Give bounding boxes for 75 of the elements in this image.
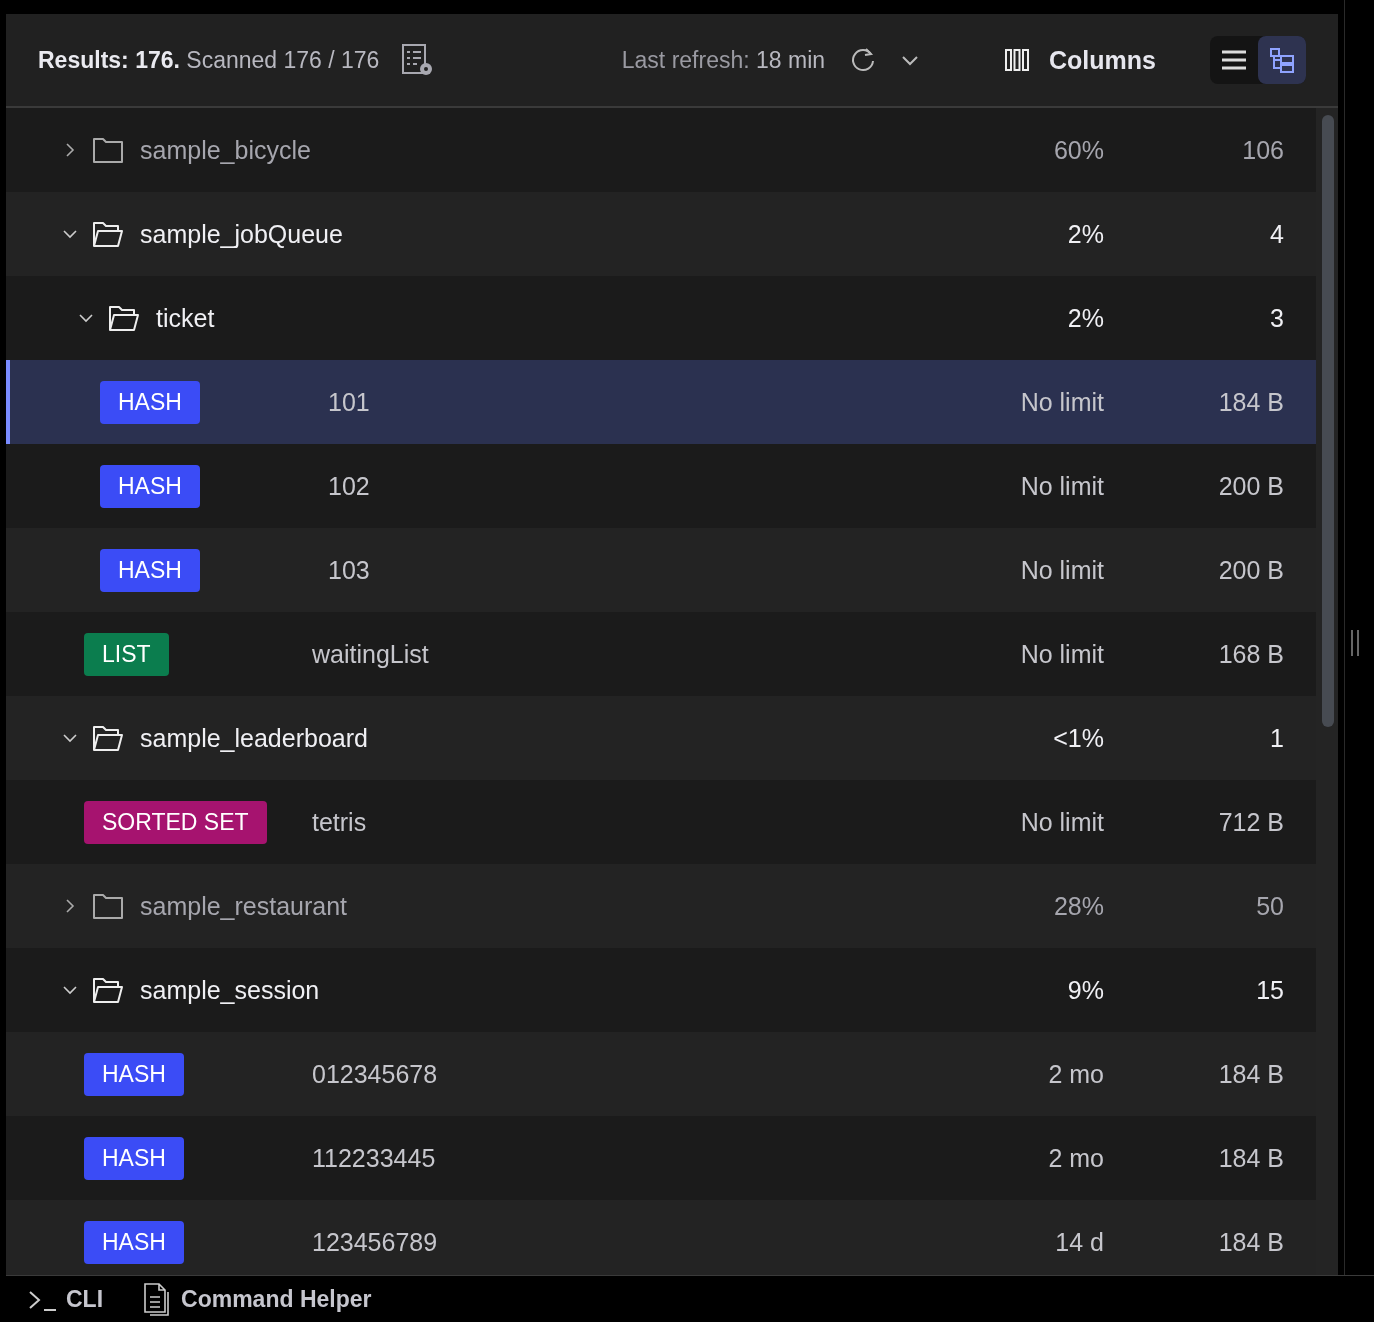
results-count: Results: 176. Scanned 176 / 176 — [38, 46, 380, 74]
ttl-text: No limit — [1019, 639, 1104, 669]
folder-icon — [92, 220, 124, 248]
key-type-badge: HASH — [100, 380, 200, 424]
key-name: 103 — [328, 555, 370, 585]
size-text: 200 B — [1217, 471, 1285, 501]
key-name: 102 — [328, 471, 370, 501]
size-text: 184 B — [1217, 1143, 1285, 1173]
key-type-badge: LIST — [84, 632, 169, 676]
folder-row[interactable]: sample_jobQueue 2% 4 — [6, 192, 1316, 276]
chevron-down-icon[interactable] — [901, 54, 920, 66]
size-text: 168 B — [1217, 639, 1285, 669]
folder-name: sample_leaderboard — [140, 723, 368, 753]
cli-tab[interactable]: CLI — [28, 1286, 104, 1313]
tree-view-button[interactable] — [1258, 36, 1306, 84]
size-text: 184 B — [1217, 1227, 1285, 1257]
key-share-text: 2% — [1066, 219, 1104, 249]
key-share-text: 2% — [1066, 303, 1104, 333]
key-name: 112233445 — [312, 1143, 436, 1173]
ttl-text: 14 d — [1054, 1227, 1104, 1257]
ttl-text: No limit — [1019, 807, 1104, 837]
folder-name: sample_jobQueue — [140, 219, 343, 249]
key-type-badge: HASH — [84, 1220, 184, 1264]
key-row[interactable]: HASH 123456789 14 d 184 B — [6, 1200, 1316, 1275]
folder-icon — [92, 724, 124, 752]
key-share-text: 9% — [1066, 975, 1104, 1005]
key-name: waitingList — [312, 639, 429, 669]
folder-icon — [92, 136, 124, 164]
key-count-text: 50 — [1255, 891, 1285, 921]
size-text: 184 B — [1217, 387, 1285, 417]
key-share-text: 60% — [1052, 135, 1104, 165]
folder-row[interactable]: sample_restaurant 28% 50 — [6, 864, 1316, 948]
key-count-text: 106 — [1241, 135, 1285, 165]
ttl-text: No limit — [1019, 555, 1104, 585]
folder-name: sample_restaurant — [140, 891, 348, 921]
key-name: 012345678 — [312, 1059, 438, 1089]
key-share-text: <1% — [1052, 723, 1104, 753]
key-count-text: 3 — [1269, 303, 1285, 333]
folder-name: ticket — [156, 303, 215, 333]
folder-icon — [92, 892, 124, 920]
key-count-text: 4 — [1269, 219, 1285, 249]
last-refresh-text: Last refresh: 18 min — [621, 46, 826, 74]
size-text: 712 B — [1217, 807, 1285, 837]
size-text: 200 B — [1217, 555, 1285, 585]
columns-button[interactable]: Columns — [1005, 45, 1156, 75]
folder-name: sample_bicycle — [140, 135, 311, 165]
key-share-text: 28% — [1052, 891, 1104, 921]
key-row[interactable]: HASH 101 No limit 184 B — [6, 360, 1316, 444]
folder-name: sample_session — [140, 975, 320, 1005]
ttl-text: No limit — [1019, 387, 1104, 417]
menu-icon — [1221, 49, 1247, 71]
ttl-text: No limit — [1019, 471, 1104, 501]
ttl-text: 2 mo — [1047, 1059, 1104, 1089]
scrollbar[interactable] — [1316, 108, 1338, 1275]
key-name: tetris — [312, 807, 367, 837]
key-row[interactable]: HASH 103 No limit 200 B — [6, 528, 1316, 612]
command-helper-tab[interactable]: Command Helper — [143, 1282, 372, 1317]
key-type-badge: HASH — [100, 464, 200, 508]
key-name: 101 — [328, 387, 370, 417]
key-type-badge: SORTED SET — [84, 800, 267, 844]
key-type-badge: HASH — [84, 1052, 184, 1096]
ttl-text: 2 mo — [1047, 1143, 1104, 1173]
key-type-badge: HASH — [100, 548, 200, 592]
folder-icon — [108, 304, 140, 332]
key-name: 123456789 — [312, 1227, 438, 1257]
size-text: 184 B — [1217, 1059, 1285, 1089]
key-type-badge: HASH — [84, 1136, 184, 1180]
key-count-text: 15 — [1255, 975, 1285, 1005]
columns-icon — [1005, 49, 1030, 71]
key-row[interactable]: HASH 012345678 2 mo 184 B — [6, 1032, 1316, 1116]
folder-row[interactable]: sample_leaderboard <1% 1 — [6, 696, 1316, 780]
key-count-text: 1 — [1269, 723, 1285, 753]
folder-icon — [92, 976, 124, 1004]
tree-view-icon — [1269, 47, 1295, 73]
resize-handle-icon[interactable] — [1350, 630, 1360, 656]
